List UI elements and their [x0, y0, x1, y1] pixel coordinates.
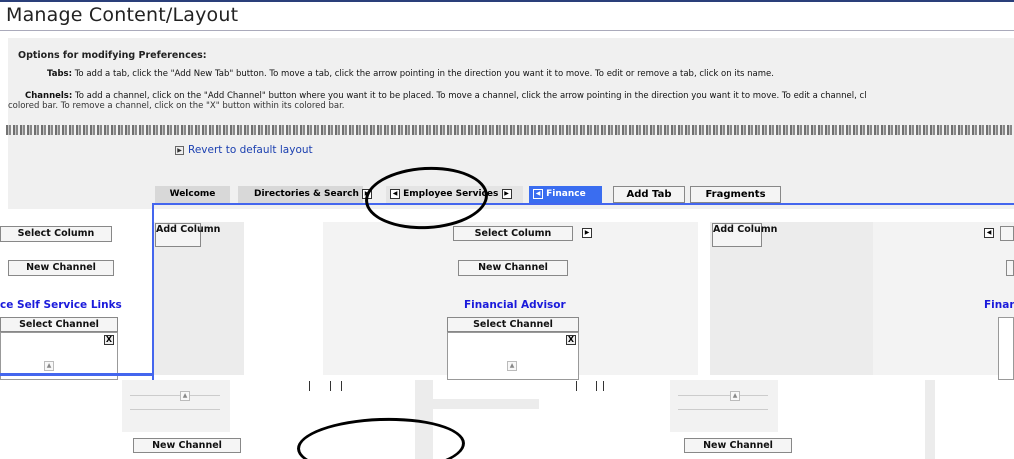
- select-column-button[interactable]: Select Column: [0, 226, 112, 242]
- close-icon[interactable]: X: [104, 335, 114, 345]
- select-channel-button[interactable]: Select Channel: [447, 317, 579, 332]
- fragments-button[interactable]: Fragments: [690, 186, 781, 203]
- divider: [603, 381, 604, 391]
- divider: [678, 409, 768, 410]
- select-column-button[interactable]: Select Column: [453, 226, 573, 241]
- divider: [596, 381, 597, 391]
- new-channel-button[interactable]: New Channel: [684, 438, 792, 453]
- select-channel-button[interactable]: Select Channel: [0, 317, 118, 332]
- arrow-left-icon[interactable]: ◀: [984, 228, 994, 238]
- divider: [576, 381, 577, 391]
- channels-instructions-continued: colored bar. To remove a channel, click …: [8, 101, 345, 111]
- channels-text: To add a channel, click on the "Add Chan…: [74, 91, 867, 101]
- channel-box-partial: [998, 317, 1014, 380]
- tab-welcome-label: Welcome: [169, 189, 216, 199]
- divider: [341, 381, 342, 391]
- page-title: Manage Content/Layout: [6, 4, 239, 26]
- arrow-right-icon[interactable]: ▶: [582, 228, 592, 238]
- triangle-bullet-icon: ▶: [175, 145, 184, 155]
- tabs-instructions: Tabs: To add a tab, click the "Add New T…: [47, 69, 774, 79]
- channels-label: Channels:: [25, 91, 73, 101]
- tabs-text: To add a tab, click the "Add New Tab" bu…: [74, 69, 774, 79]
- revert-layout-label: Revert to default layout: [188, 144, 313, 156]
- add-column-button[interactable]: Add Column: [155, 223, 220, 247]
- new-channel-button[interactable]: New Channel: [458, 260, 568, 276]
- arrow-left-icon[interactable]: ◀: [533, 188, 543, 199]
- divider: [130, 409, 220, 410]
- channel-title[interactable]: ce Self Service Links: [0, 299, 122, 311]
- top-border: [0, 0, 1014, 2]
- channel-fragment: [122, 380, 230, 432]
- new-channel-button[interactable]: New Channel: [133, 438, 241, 453]
- arrow-up-icon[interactable]: ▲: [180, 391, 190, 401]
- add-tab-button[interactable]: Add Tab: [613, 186, 685, 203]
- channel-box: [447, 332, 579, 380]
- arrow-right-icon[interactable]: ▶: [501, 188, 512, 199]
- divider: [130, 395, 220, 396]
- channel-title[interactable]: Finan: [984, 299, 1014, 311]
- add-column-button[interactable]: Add Column: [712, 223, 777, 247]
- tab-directories-label: Directories & Search: [254, 189, 359, 199]
- tab-welcome[interactable]: Welcome: [155, 186, 230, 203]
- column-fragment: [415, 399, 539, 409]
- channel-title[interactable]: Financial Advisor: [464, 299, 566, 311]
- annotation-oval: [296, 415, 466, 459]
- preferences-panel: [8, 38, 1014, 209]
- tabs-label: Tabs:: [47, 69, 72, 79]
- layout-frame-bottom: [0, 373, 152, 376]
- revert-layout-link[interactable]: ▶ Revert to default layout: [175, 144, 313, 156]
- select-column-button-partial[interactable]: [1000, 226, 1014, 241]
- tab-finance-label: Finance: [546, 189, 586, 199]
- column-fragment: [925, 380, 935, 459]
- channel-fragment: [670, 380, 778, 432]
- divider: [678, 395, 768, 396]
- arrow-up-icon[interactable]: ▲: [507, 361, 517, 371]
- close-icon[interactable]: X: [566, 335, 576, 345]
- arrow-up-icon[interactable]: ▲: [730, 391, 740, 401]
- divider: [309, 381, 310, 391]
- preferences-heading: Options for modifying Preferences:: [18, 50, 207, 61]
- divider: [330, 381, 331, 391]
- tab-directories-search[interactable]: Directories & Search ▶: [238, 186, 372, 203]
- new-channel-button-partial[interactable]: [1006, 260, 1014, 276]
- arrow-up-icon[interactable]: ▲: [44, 361, 54, 371]
- garbled-text-row: [6, 125, 1014, 135]
- title-divider: [0, 30, 1014, 31]
- tab-finance[interactable]: ◀ Finance: [529, 186, 602, 203]
- new-channel-button[interactable]: New Channel: [8, 260, 114, 276]
- layout-frame-top: [152, 203, 1014, 205]
- channels-instructions: Channels: To add a channel, click on the…: [25, 91, 867, 101]
